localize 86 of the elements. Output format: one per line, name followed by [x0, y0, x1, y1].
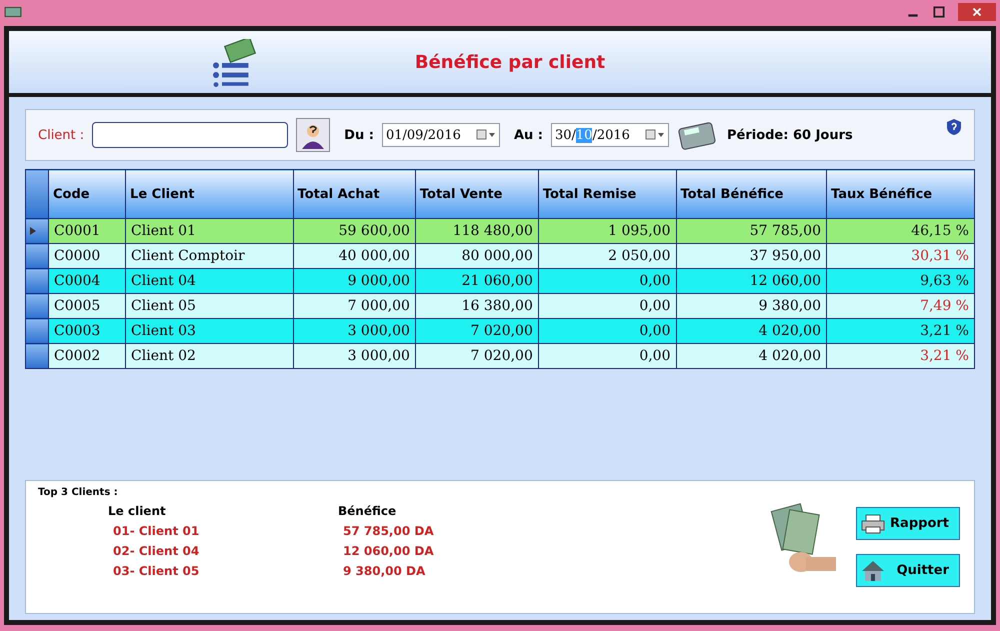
- table-cell: 118 480,00: [415, 218, 538, 244]
- column-header[interactable]: Total Achat: [293, 170, 416, 218]
- current-row-icon: [30, 227, 36, 235]
- column-header[interactable]: Code: [48, 170, 126, 218]
- printer-icon: [861, 512, 885, 534]
- table-cell: Client 05: [126, 294, 294, 318]
- client-field[interactable]: [92, 122, 288, 148]
- dialog-title: Bénéfice par client: [414, 52, 606, 72]
- table-cell: 0,00: [538, 318, 676, 344]
- table-cell: 9,63 %: [826, 268, 974, 294]
- column-header: Le client: [108, 504, 167, 518]
- table-cell: 3 000,00: [293, 318, 416, 344]
- summary-cell-text: 01- Client 01: [112, 524, 200, 538]
- table-cell: 9 000,00: [293, 268, 416, 294]
- table-cell: 37 950,00: [676, 244, 826, 268]
- table-cell: 0,00: [538, 294, 676, 318]
- row-header[interactable]: [26, 294, 48, 318]
- close-icon: [970, 5, 984, 19]
- summary-cell-text: 9 380,00 DA: [342, 564, 426, 578]
- table-cell: 46,15 %: [826, 218, 974, 244]
- column-header[interactable]: Total Bénéfice: [676, 170, 826, 218]
- table-cell: C0000: [48, 244, 126, 268]
- quit-button[interactable]: Quitter: [856, 554, 960, 587]
- table-cell: 40 000,00: [293, 244, 416, 268]
- table-cell: C0004: [48, 268, 126, 294]
- app-icon: [4, 5, 22, 19]
- row-header[interactable]: [26, 218, 48, 244]
- house-icon: [861, 560, 885, 582]
- table-cell: 59 600,00: [293, 218, 416, 244]
- table-cell: Client Comptoir: [126, 244, 294, 268]
- row-header[interactable]: [26, 244, 48, 268]
- table-cell: 16 380,00: [415, 294, 538, 318]
- report-button[interactable]: Rapport: [856, 507, 960, 540]
- from-date-field[interactable]: 01/09/2016: [382, 123, 500, 147]
- table-cell: 7,49 %: [826, 294, 974, 318]
- table-cell: 80 000,00: [415, 244, 538, 268]
- table-cell: 12 060,00: [676, 268, 826, 294]
- summary-cell-text: 57 785,00 DA: [342, 524, 435, 538]
- help-shield-icon[interactable]: [946, 118, 962, 136]
- to-label: Au :: [514, 128, 543, 142]
- table-cell: 3,21 %: [826, 318, 974, 344]
- summary-cell-text: 03- Client 05: [112, 564, 200, 578]
- row-header[interactable]: [26, 268, 48, 294]
- table-cell: Client 01: [126, 218, 294, 244]
- table-cell: C0001: [48, 218, 126, 244]
- table-cell: C0005: [48, 294, 126, 318]
- table-cell: 4 020,00: [676, 318, 826, 344]
- table-cell: 21 060,00: [415, 268, 538, 294]
- table-cell: 7 020,00: [415, 318, 538, 344]
- column-header[interactable]: Total Remise: [538, 170, 676, 218]
- row-header[interactable]: [26, 344, 48, 368]
- table-cell: Client 03: [126, 318, 294, 344]
- table-cell: C0003: [48, 318, 126, 344]
- table-cell: Client 04: [126, 268, 294, 294]
- table-cell: 3 000,00: [293, 344, 416, 368]
- table-cell: 0,00: [538, 268, 676, 294]
- row-header[interactable]: [26, 318, 48, 344]
- column-header[interactable]: Taux Bénéfice: [826, 170, 974, 218]
- table-cell: 2 050,00: [538, 244, 676, 268]
- table-cell: 7 020,00: [415, 344, 538, 368]
- table-cell: 3,21 %: [826, 344, 974, 368]
- row-header-corner: [26, 170, 48, 218]
- table-cell: 4 020,00: [676, 344, 826, 368]
- column-header[interactable]: Le Client: [126, 170, 294, 218]
- table-cell: 9 380,00: [676, 294, 826, 318]
- to-date-field[interactable]: 30/10/2016: [550, 123, 669, 147]
- client-label: Client :: [38, 128, 84, 142]
- column-header[interactable]: Total Vente: [415, 170, 538, 218]
- table-cell: 1 095,00: [538, 218, 676, 244]
- table-cell: 0,00: [538, 344, 676, 368]
- client-search-button[interactable]: [296, 118, 330, 152]
- from-label: Du :: [344, 128, 374, 142]
- column-header: Bénéfice: [338, 504, 398, 518]
- calendar-dropdown-icon[interactable]: [644, 129, 665, 141]
- close-button[interactable]: [958, 3, 996, 21]
- table-cell: 7 000,00: [293, 294, 416, 318]
- table-cell: Client 02: [126, 344, 294, 368]
- table-cell: 57 785,00: [676, 218, 826, 244]
- calendar-dropdown-icon[interactable]: [476, 129, 496, 141]
- top-clients-title: Top 3 Clients :: [38, 487, 119, 498]
- summary-cell-text: 12 060,00 DA: [342, 544, 435, 558]
- table-cell: C0002: [48, 344, 126, 368]
- table-cell: 30,31 %: [826, 244, 974, 268]
- maximize-icon[interactable]: [932, 5, 946, 19]
- period-label: Période: 60 Jours: [726, 128, 853, 142]
- summary-cell-text: 02- Client 04: [112, 544, 200, 558]
